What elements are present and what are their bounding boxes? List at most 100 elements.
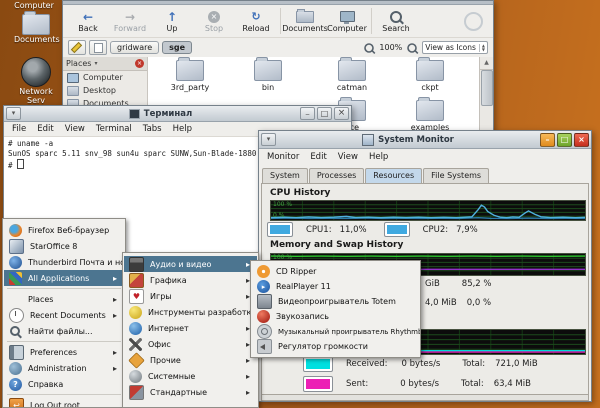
menu-help[interactable]: Help (173, 124, 192, 134)
search-button[interactable]: Search (375, 6, 417, 36)
menu-item-development[interactable]: Инструменты разработки (124, 304, 257, 320)
breadcrumb-sge[interactable]: sge (162, 41, 192, 54)
menu-item-accessories[interactable]: Стандартные (124, 384, 257, 400)
menu-monitor[interactable]: Monitor (267, 152, 299, 162)
menu-item-totem[interactable]: Видеопроигрыватель Totem (252, 294, 419, 309)
back-button[interactable]: Back (67, 6, 109, 36)
close-sidebar-button[interactable]: × (135, 59, 144, 68)
menu-tabs[interactable]: Tabs (143, 124, 162, 134)
menu-item-log-out[interactable]: Log Out root... (4, 397, 124, 408)
maximize-button[interactable]: □ (557, 133, 572, 147)
system-monitor-titlebar[interactable]: System Monitor – □ × (259, 131, 591, 149)
maximize-button[interactable] (317, 107, 332, 120)
menu-item-sound-recorder[interactable]: Звукозапись (252, 309, 419, 324)
window-title: Терминал (144, 109, 192, 119)
menu-item-system[interactable]: Системные (124, 368, 257, 384)
folder-catman[interactable]: catman (322, 60, 382, 92)
launch-menu: Firefox Веб-браузер StarOffice 8 Thunder… (2, 218, 126, 408)
menu-item-label: Офис (148, 340, 171, 349)
cpu-history-heading: CPU History (270, 188, 330, 198)
menu-edit[interactable]: Edit (37, 124, 53, 134)
desktop-icon-documents[interactable]: Documents (14, 14, 58, 44)
forward-button[interactable]: Forward (109, 6, 151, 36)
menu-item-realplayer[interactable]: RealPlayer 11 (252, 279, 419, 294)
menu-item-thunderbird[interactable]: Thunderbird Почта и новости (4, 254, 124, 270)
button-label: Reload (242, 24, 269, 33)
menu-item-label: All Applications (28, 274, 89, 283)
places-header[interactable]: Places (66, 59, 91, 68)
window-menu-button[interactable] (261, 133, 276, 146)
menu-item-rhythmbox[interactable]: Музыкальный проигрыватель Rhythmbox (252, 324, 419, 339)
edit-location-button[interactable] (68, 40, 86, 55)
folder-ckpt[interactable]: ckpt (400, 60, 460, 92)
folder-icon (176, 60, 204, 81)
reload-button[interactable]: Reload (235, 6, 277, 36)
sidebar-item-computer[interactable]: Computer (63, 71, 147, 84)
cpu1-legend: CPU1: 11,0% CPU2: 7,9% (268, 223, 478, 236)
folder-bin[interactable]: bin (238, 60, 298, 92)
scroll-up-arrow-icon[interactable]: ▲ (480, 57, 493, 70)
tab-system[interactable]: System (262, 168, 308, 183)
menu-item-label: Музыкальный проигрыватель Rhythmbox (278, 328, 421, 336)
minimize-button[interactable]: – (540, 133, 555, 147)
tab-resources[interactable]: Resources (365, 168, 422, 183)
zoom-out-icon[interactable] (365, 43, 375, 53)
menu-item-office[interactable]: Офис (124, 336, 257, 352)
up-button[interactable]: Up (151, 6, 193, 36)
breadcrumb-gridware[interactable]: gridware (110, 41, 159, 54)
menu-item-label: Firefox Веб-браузер (28, 226, 109, 235)
sidebar-item-label: Computer (83, 73, 123, 82)
games-icon (129, 289, 144, 304)
volume-icon (257, 339, 272, 354)
folder-examples[interactable]: examples (400, 100, 460, 132)
terminal-cursor (17, 159, 24, 169)
close-button[interactable] (334, 107, 349, 120)
close-button[interactable]: × (574, 133, 589, 147)
menu-edit[interactable]: Edit (310, 152, 326, 162)
cpu1-swatch (268, 223, 292, 236)
menu-item-label: CD Ripper (276, 267, 316, 276)
menu-item-preferences[interactable]: Preferences (4, 344, 124, 360)
terminal-titlebar[interactable]: Терминал (4, 106, 351, 122)
menu-item-internet[interactable]: Интернет (124, 320, 257, 336)
tab-processes[interactable]: Processes (309, 168, 364, 183)
menu-help[interactable]: Help (369, 152, 388, 162)
menu-view[interactable]: View (65, 124, 85, 134)
minimize-button[interactable] (300, 107, 315, 120)
menu-item-find-files[interactable]: Найти файлы... (4, 323, 124, 339)
submenu-arrow-icon (246, 388, 253, 397)
menu-item-recent-documents[interactable]: Recent Documents (4, 307, 124, 323)
received-value: 0 bytes/s (402, 359, 441, 369)
menu-item-graphics[interactable]: Графика (124, 272, 257, 288)
stop-button[interactable]: ×Stop (193, 6, 235, 36)
desktop-icon-network-servers[interactable]: Network Serv (10, 57, 62, 105)
window-menu-button[interactable] (6, 107, 21, 120)
folder-3rd-party[interactable]: 3rd_party (160, 60, 220, 92)
menu-file[interactable]: File (12, 124, 26, 134)
menu-item-administration[interactable]: Administration (4, 360, 124, 376)
other-icon (128, 352, 145, 369)
thunderbird-icon (9, 256, 22, 269)
menu-item-places[interactable]: Places (4, 291, 124, 307)
network-servers-icon (21, 57, 51, 87)
menu-item-games[interactable]: Игры (124, 288, 257, 304)
sidebar-item-desktop[interactable]: Desktop (63, 84, 147, 97)
menu-item-cd-ripper[interactable]: CD Ripper (252, 264, 419, 279)
menu-item-all-applications[interactable]: All Applications (4, 270, 124, 286)
menu-item-volume-control[interactable]: Регулятор громкости (252, 339, 419, 354)
menu-item-audio-video[interactable]: Аудио и видео (124, 256, 257, 272)
menu-item-firefox[interactable]: Firefox Веб-браузер (4, 222, 124, 238)
menu-item-staroffice[interactable]: StarOffice 8 (4, 238, 124, 254)
menu-view[interactable]: View (338, 152, 358, 162)
menu-item-other[interactable]: Прочие (124, 352, 257, 368)
menu-terminal[interactable]: Terminal (96, 124, 132, 134)
menu-item-help[interactable]: Справка (4, 376, 124, 392)
view-mode-select[interactable]: View as Icons ▲▼ (422, 41, 488, 54)
documents-button[interactable]: Documents (284, 6, 326, 36)
scrollbar-thumb[interactable] (481, 70, 493, 106)
computer-button[interactable]: Computer (326, 6, 368, 36)
desktop-icon-computer[interactable]: Computer (6, 1, 62, 10)
file-icon (89, 40, 107, 55)
tab-file-systems[interactable]: File Systems (423, 168, 489, 183)
zoom-in-icon[interactable] (407, 43, 417, 53)
